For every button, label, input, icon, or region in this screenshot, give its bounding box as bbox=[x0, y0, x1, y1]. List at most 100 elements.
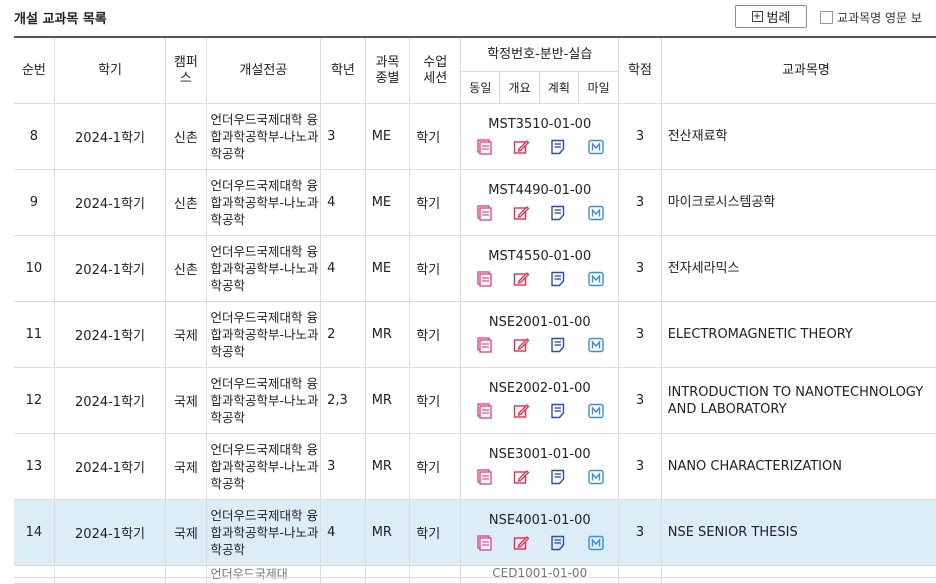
cell-course-name[interactable]: ELECTROMAGNETIC THEORY bbox=[661, 301, 936, 368]
cell-credit: 3 bbox=[618, 367, 662, 434]
overview-icon[interactable] bbox=[512, 138, 530, 156]
syllabus-icon[interactable] bbox=[549, 336, 567, 354]
cell-no: 11 bbox=[14, 301, 55, 368]
mileage-icon[interactable] bbox=[587, 402, 605, 420]
mileage-icon[interactable] bbox=[587, 336, 605, 354]
english-name-checkbox[interactable] bbox=[820, 11, 833, 24]
cell-dept: 언더우드국제대학 융합과학공학부-나노과학공학 bbox=[206, 499, 322, 566]
course-table: 순번 학기 캠퍼스 개설전공 학년 과목종별 수업세션 학정번호-분반-실습 학… bbox=[14, 36, 936, 584]
cell-type: ME bbox=[365, 235, 411, 302]
syllabus-icon[interactable] bbox=[549, 204, 567, 222]
cell-no: 10 bbox=[14, 235, 55, 302]
syllabus-icon[interactable] bbox=[549, 270, 567, 288]
cell-course-name[interactable]: NSE SENIOR THESIS bbox=[661, 499, 936, 566]
partial-cell bbox=[618, 565, 662, 584]
cell-course-name[interactable]: 전자세라믹스 bbox=[661, 235, 936, 302]
cell-type: MR bbox=[365, 367, 411, 434]
cell-session: 학기 bbox=[409, 499, 462, 566]
cell-session: 학기 bbox=[409, 433, 462, 500]
partial-cell bbox=[365, 565, 411, 584]
cell-campus: 신촌 bbox=[165, 169, 207, 236]
cell-year: 4 bbox=[320, 169, 366, 236]
cell-campus: 신촌 bbox=[165, 235, 207, 302]
header-session: 수업세션 bbox=[409, 37, 462, 104]
table-row[interactable]: 13 2024-1학기 국제 언더우드국제대학 융합과학공학부-나노과학공학 3… bbox=[14, 433, 936, 500]
cell-course-name[interactable]: 마이크로시스템공학 bbox=[661, 169, 936, 236]
same-course-icon[interactable] bbox=[475, 468, 493, 486]
cell-course-code: NSE3001-01-00 bbox=[460, 433, 620, 500]
overview-icon[interactable] bbox=[512, 534, 530, 552]
overview-icon[interactable] bbox=[512, 468, 530, 486]
cell-dept: 언더우드국제대학 융합과학공학부-나노과학공학 bbox=[206, 103, 322, 170]
table-bottom-border bbox=[14, 577, 936, 578]
partial-cell bbox=[409, 565, 462, 584]
header-same: 동일 bbox=[460, 71, 501, 104]
syllabus-icon[interactable] bbox=[549, 534, 567, 552]
cell-course-name[interactable]: INTRODUCTION TO NANOTECHNOLOGY AND LABOR… bbox=[661, 367, 936, 434]
table-row[interactable]: 14 2024-1학기 국제 언더우드국제대학 융합과학공학부-나노과학공학 4… bbox=[14, 499, 936, 566]
header-semester: 학기 bbox=[54, 37, 167, 104]
cell-course-code: MST4550-01-00 bbox=[460, 235, 620, 302]
cell-type: MR bbox=[365, 301, 411, 368]
same-course-icon[interactable] bbox=[475, 270, 493, 288]
course-code: MST4490-01-00 bbox=[488, 183, 592, 198]
cell-course-name[interactable]: 전산재료학 bbox=[661, 103, 936, 170]
header-credit: 학점 bbox=[618, 37, 662, 104]
mileage-icon[interactable] bbox=[587, 204, 605, 222]
table-row[interactable]: 8 2024-1학기 신촌 언더우드국제대학 융합과학공학부-나노과학공학 3 … bbox=[14, 103, 936, 170]
header-dept: 개설전공 bbox=[206, 37, 322, 104]
table-row[interactable]: 12 2024-1학기 국제 언더우드국제대학 융합과학공학부-나노과학공학 2… bbox=[14, 367, 936, 434]
cell-semester: 2024-1학기 bbox=[54, 433, 167, 500]
header-overview: 개요 bbox=[499, 71, 540, 104]
overview-icon[interactable] bbox=[512, 402, 530, 420]
header-type: 과목종별 bbox=[365, 37, 411, 104]
cell-credit: 3 bbox=[618, 433, 662, 500]
overview-icon[interactable] bbox=[512, 336, 530, 354]
cell-campus: 국제 bbox=[165, 301, 207, 368]
header-course-code-group: 학정번호-분반-실습 bbox=[460, 37, 620, 72]
same-course-icon[interactable] bbox=[475, 138, 493, 156]
cell-dept: 언더우드국제대학 융합과학공학부-나노과학공학 bbox=[206, 235, 322, 302]
cell-course-name[interactable]: NANO CHARACTERIZATION bbox=[661, 433, 936, 500]
cell-semester: 2024-1학기 bbox=[54, 235, 167, 302]
header-no: 순번 bbox=[14, 37, 55, 104]
mileage-icon[interactable] bbox=[587, 468, 605, 486]
cell-credit: 3 bbox=[618, 301, 662, 368]
mileage-icon[interactable] bbox=[587, 270, 605, 288]
syllabus-icon[interactable] bbox=[549, 468, 567, 486]
table-row[interactable]: 9 2024-1학기 신촌 언더우드국제대학 융합과학공학부-나노과학공학 4 … bbox=[14, 169, 936, 236]
cell-course-code: NSE2001-01-00 bbox=[460, 301, 620, 368]
syllabus-icon[interactable] bbox=[549, 402, 567, 420]
same-course-icon[interactable] bbox=[475, 204, 493, 222]
header-syllabus: 계획 bbox=[539, 71, 579, 104]
table-row[interactable]: 11 2024-1학기 국제 언더우드국제대학 융합과학공학부-나노과학공학 2… bbox=[14, 301, 936, 368]
cell-semester: 2024-1학기 bbox=[54, 301, 167, 368]
cell-session: 학기 bbox=[409, 235, 462, 302]
cell-type: ME bbox=[365, 169, 411, 236]
top-bar: 개설 교과목 목록 + 범례 교과목명 영문 보 bbox=[0, 0, 936, 34]
cell-semester: 2024-1학기 bbox=[54, 367, 167, 434]
mileage-icon[interactable] bbox=[587, 138, 605, 156]
same-course-icon[interactable] bbox=[475, 534, 493, 552]
mileage-icon[interactable] bbox=[587, 534, 605, 552]
cell-course-code: MST3510-01-00 bbox=[460, 103, 620, 170]
same-course-icon[interactable] bbox=[475, 336, 493, 354]
course-code: NSE3001-01-00 bbox=[488, 447, 591, 462]
cell-type: ME bbox=[365, 103, 411, 170]
cell-credit: 3 bbox=[618, 103, 662, 170]
cell-type: MR bbox=[365, 499, 411, 566]
overview-icon[interactable] bbox=[512, 204, 530, 222]
overview-icon[interactable] bbox=[512, 270, 530, 288]
cell-no: 12 bbox=[14, 367, 55, 434]
same-course-icon[interactable] bbox=[475, 402, 493, 420]
syllabus-icon[interactable] bbox=[549, 138, 567, 156]
cell-dept: 언더우드국제대학 융합과학공학부-나노과학공학 bbox=[206, 367, 322, 434]
cell-year: 3 bbox=[320, 103, 366, 170]
english-name-toggle-label: 교과목명 영문 보 bbox=[837, 11, 922, 25]
english-name-toggle[interactable]: 교과목명 영문 보 bbox=[820, 9, 922, 26]
cell-type: MR bbox=[365, 433, 411, 500]
cell-dept: 언더우드국제대학 융합과학공학부-나노과학공학 bbox=[206, 301, 322, 368]
table-row[interactable]: 10 2024-1학기 신촌 언더우드국제대학 융합과학공학부-나노과학공학 4… bbox=[14, 235, 936, 302]
legend-button[interactable]: + 범례 bbox=[735, 5, 807, 28]
cell-semester: 2024-1학기 bbox=[54, 499, 167, 566]
